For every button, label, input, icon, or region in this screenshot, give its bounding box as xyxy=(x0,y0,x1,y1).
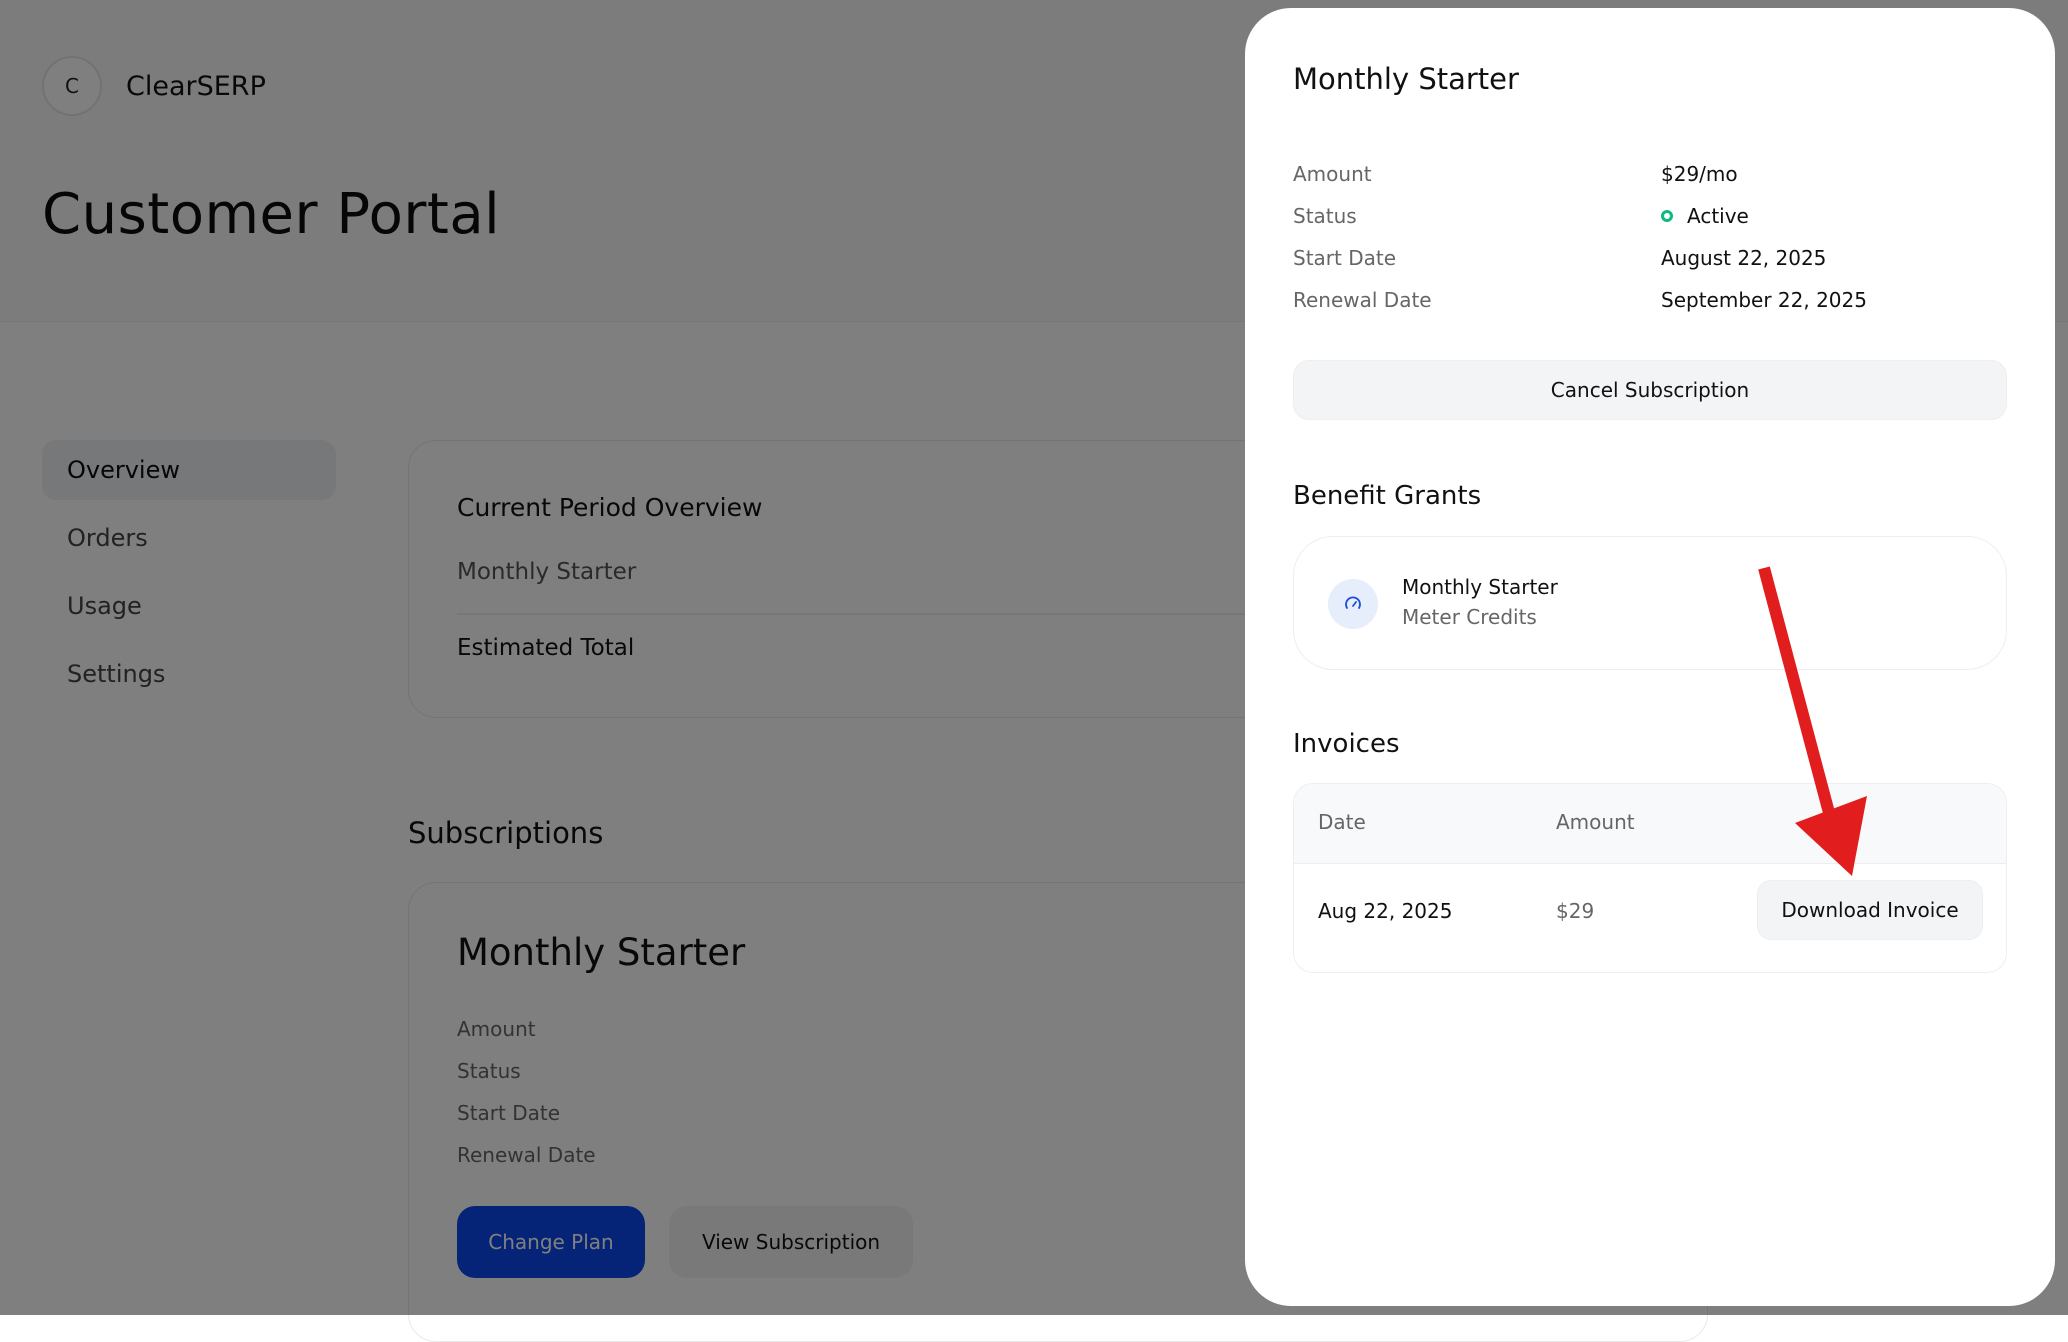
detail-value: $29/mo xyxy=(1661,162,1738,186)
subscription-drawer: Monthly Starter Amount $29/mo Status Act… xyxy=(1245,8,2055,1306)
invoices-table-header: Date Amount xyxy=(1294,784,2006,864)
column-header-amount: Amount xyxy=(1556,810,1635,834)
detail-row-status: Status Active xyxy=(1293,204,2007,236)
download-invoice-button[interactable]: Download Invoice xyxy=(1757,880,1983,940)
invoice-amount: $29 xyxy=(1556,899,1595,923)
status-badge: Active xyxy=(1687,204,1749,228)
benefit-grant-type: Meter Credits xyxy=(1402,605,1537,629)
cancel-subscription-button[interactable]: Cancel Subscription xyxy=(1293,360,2007,420)
detail-label: Renewal Date xyxy=(1293,288,1432,312)
status-active-dot-icon xyxy=(1661,210,1673,222)
invoices-heading: Invoices xyxy=(1293,729,1400,759)
gauge-icon xyxy=(1328,579,1378,629)
detail-row-renewal-date: Renewal Date September 22, 2025 xyxy=(1293,288,2007,320)
detail-row-start-date: Start Date August 22, 2025 xyxy=(1293,246,2007,278)
detail-label: Status xyxy=(1293,204,1357,228)
drawer-title: Monthly Starter xyxy=(1293,62,1519,96)
detail-label: Start Date xyxy=(1293,246,1397,270)
benefit-grant-name: Monthly Starter xyxy=(1402,575,1558,599)
invoices-table: Date Amount Aug 22, 2025 $29 Download In… xyxy=(1293,783,2007,973)
detail-row-amount: Amount $29/mo xyxy=(1293,162,2007,194)
column-header-date: Date xyxy=(1318,810,1366,834)
detail-label: Amount xyxy=(1293,162,1372,186)
benefit-grants-heading: Benefit Grants xyxy=(1293,481,1482,511)
detail-value: August 22, 2025 xyxy=(1661,246,1827,270)
invoice-date: Aug 22, 2025 xyxy=(1318,899,1453,923)
benefit-grant-card[interactable]: Monthly Starter Meter Credits xyxy=(1293,536,2007,670)
detail-value: September 22, 2025 xyxy=(1661,288,1867,312)
